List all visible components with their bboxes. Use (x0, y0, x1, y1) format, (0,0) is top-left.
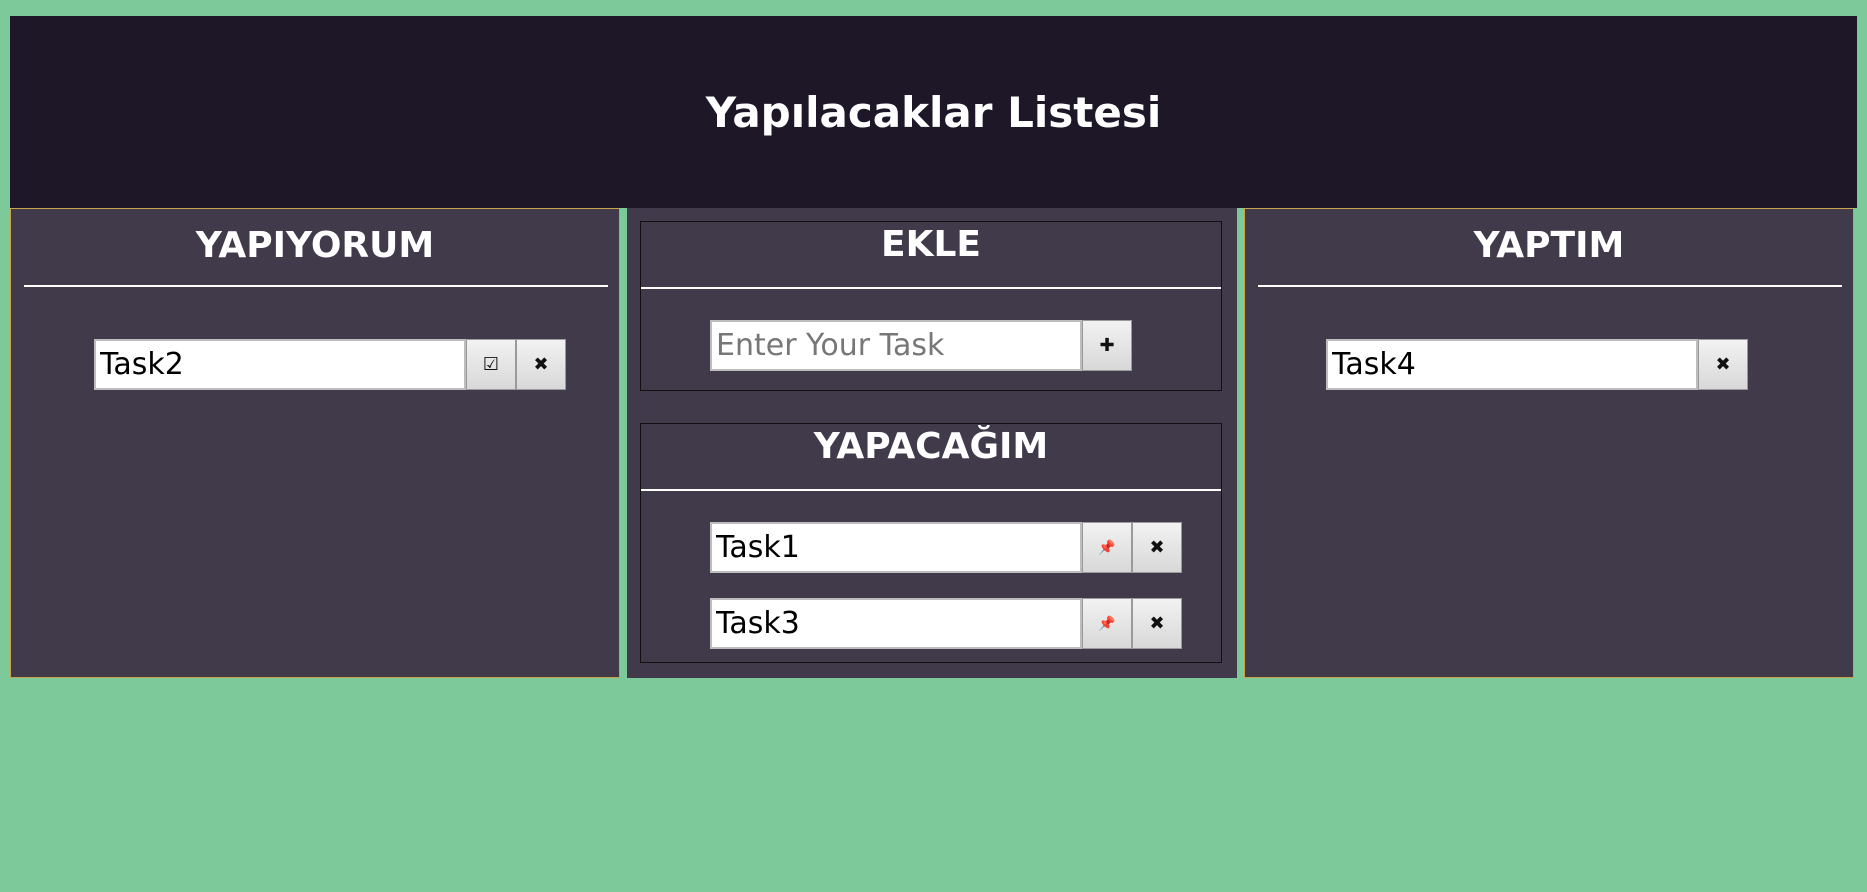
add-task-box: EKLE ✚ (640, 221, 1222, 391)
page-title: Yapılacaklar Listesi (705, 87, 1162, 137)
doing-task-input[interactable] (94, 339, 466, 390)
done-divider (1258, 285, 1842, 287)
delete-task-button[interactable]: ✖ (1132, 522, 1182, 573)
app-header: Yapılacaklar Listesi (10, 16, 1857, 208)
done-panel: YAPTIM ✖ (1244, 208, 1854, 678)
checkbox-icon: ☑ (482, 354, 500, 375)
start-task-button[interactable]: 📌 (1082, 598, 1132, 649)
start-task-button[interactable]: 📌 (1082, 522, 1132, 573)
doing-title: YAPIYORUM (195, 225, 435, 266)
doing-task-row: ☑ ✖ (94, 339, 566, 390)
todo-task-input[interactable] (710, 598, 1082, 649)
delete-task-button[interactable]: ✖ (1698, 339, 1748, 390)
pin-icon: 📌 (1098, 539, 1116, 556)
todo-task-row: 📌 ✖ (710, 522, 1182, 573)
new-task-input[interactable] (710, 320, 1082, 371)
doing-panel: YAPIYORUM ☑ ✖ (10, 208, 620, 678)
todo-task-input[interactable] (710, 522, 1082, 573)
close-icon: ✖ (533, 354, 549, 375)
add-title: EKLE (880, 224, 982, 265)
add-divider (641, 287, 1221, 289)
todo-task-row: 📌 ✖ (710, 598, 1182, 649)
delete-task-button[interactable]: ✖ (516, 339, 566, 390)
middle-panel: EKLE ✚ YAPACAĞIM 📌 ✖ 📌 ✖ (627, 208, 1237, 678)
add-task-button[interactable]: ✚ (1082, 320, 1132, 371)
done-title: YAPTIM (1473, 225, 1625, 266)
done-task-row: ✖ (1326, 339, 1748, 390)
todo-box: YAPACAĞIM 📌 ✖ 📌 ✖ (640, 423, 1222, 663)
close-icon: ✖ (1149, 613, 1165, 634)
add-task-row: ✚ (710, 320, 1132, 371)
close-icon: ✖ (1149, 537, 1165, 558)
todo-title: YAPACAĞIM (813, 426, 1049, 467)
todo-divider (641, 489, 1221, 491)
doing-divider (24, 285, 608, 287)
done-task-input[interactable] (1326, 339, 1698, 390)
plus-icon: ✚ (1099, 335, 1115, 356)
pin-icon: 📌 (1098, 615, 1116, 632)
complete-task-button[interactable]: ☑ (466, 339, 516, 390)
close-icon: ✖ (1715, 354, 1731, 375)
delete-task-button[interactable]: ✖ (1132, 598, 1182, 649)
